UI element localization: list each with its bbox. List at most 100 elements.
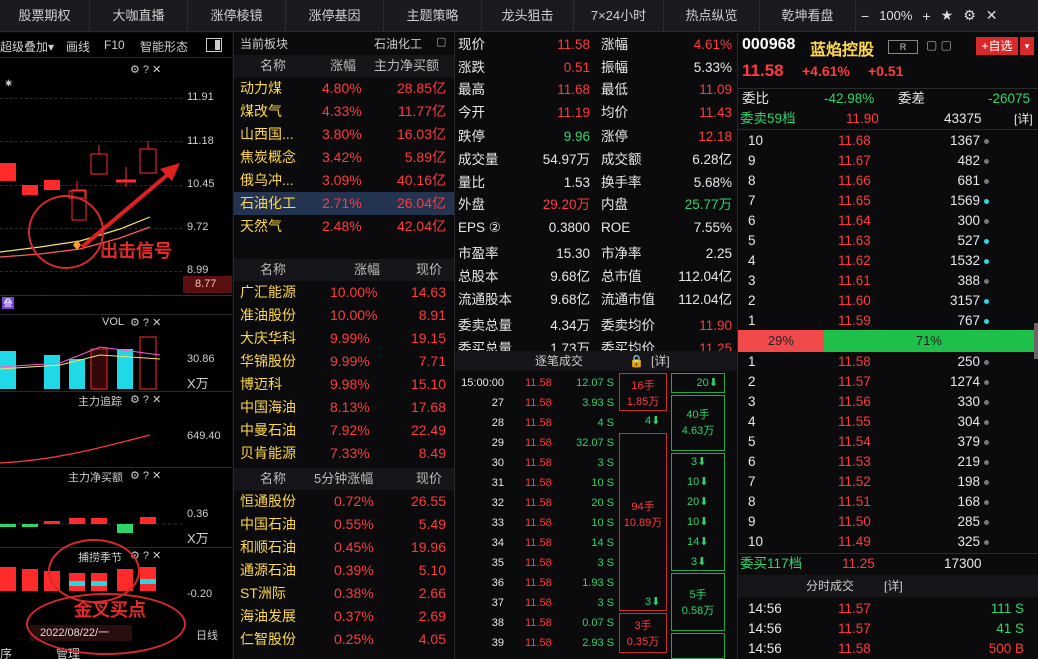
overlay-menu[interactable]: 超级叠加▾ — [0, 38, 54, 55]
col-name: 名称 — [260, 471, 287, 486]
stock-row[interactable]: 中曼石油 7.92% 22.49 — [234, 419, 454, 442]
period-label[interactable]: 日线 — [196, 627, 218, 643]
sector-row[interactable]: 焦炭概念 3.42% 5.89亿 — [234, 146, 454, 169]
col-chg[interactable]: 涨幅 — [354, 259, 380, 281]
buy-price[interactable]: 11.57 — [838, 372, 871, 392]
panel-toggle-icon[interactable] — [206, 38, 222, 52]
tab-limitup-prism[interactable]: 涨停棱镜 — [188, 0, 286, 32]
tab-qiankun[interactable]: 乾坤看盘 — [760, 0, 856, 32]
buy-price[interactable]: 11.52 — [838, 472, 871, 492]
current-sector-name[interactable]: 石油化工 — [374, 35, 422, 52]
trade-volume: 12.07 S — [576, 377, 614, 389]
book-detail-link[interactable]: [详] — [1014, 109, 1033, 129]
buy-ratio: 71% — [915, 333, 942, 348]
kline-chart-panel[interactable]: 超级叠加▾ 画线 F10 智能形态 ✷ ⚙ ? ✕ 11.91 11.18 10… — [0, 33, 232, 659]
col-price[interactable]: 现价 — [416, 259, 442, 281]
stock-row[interactable]: 贝肯能源 7.33% 8.49 — [234, 442, 454, 465]
sector-row[interactable]: 煤改气 4.33% 11.77亿 — [234, 100, 454, 123]
settings-icon[interactable]: ⚙ — [958, 7, 981, 24]
stock-name: 仁智股份 — [240, 631, 296, 647]
sell-price[interactable]: 11.59 — [838, 311, 871, 331]
sell-price[interactable]: 11.68 — [838, 131, 871, 151]
fenshi-volume: 500 B — [988, 641, 1024, 656]
trade-time: 34 — [491, 537, 504, 549]
quote-label: 外盘 — [458, 197, 485, 213]
stock5-row[interactable]: 通源石油 0.39% 5.10 — [234, 559, 454, 582]
tab-leader[interactable]: 龙头狙击 — [482, 0, 574, 32]
buy-price[interactable]: 11.56 — [838, 392, 871, 412]
stock-row[interactable]: 博迈科 9.98% 15.10 — [234, 373, 454, 396]
settings-icon[interactable]: ⚙ ? ✕ — [130, 316, 161, 329]
expand-icon[interactable]: ▢ — [436, 35, 446, 48]
buy-price[interactable]: 11.55 — [838, 412, 871, 432]
stock5-row[interactable]: 和顺石油 0.45% 19.96 — [234, 536, 454, 559]
stock-row[interactable]: 华锦股份 9.99% 7.71 — [234, 350, 454, 373]
buy-price[interactable]: 11.54 — [838, 432, 871, 452]
col-price[interactable]: 现价 — [416, 468, 442, 490]
sell-price[interactable]: 11.66 — [838, 171, 871, 191]
sell-price[interactable]: 11.62 — [838, 251, 871, 271]
stock5-row[interactable]: 恒通股份 0.72% 26.55 — [234, 490, 454, 513]
tab-7x24[interactable]: 7×24小时 — [574, 0, 664, 32]
stock5-row[interactable]: ST洲际 0.38% 2.66 — [234, 582, 454, 605]
stock-name: 蓝焰控股 — [810, 42, 875, 59]
watchlist-dropdown-icon[interactable]: ▾ — [1020, 37, 1034, 55]
buy-price[interactable]: 11.49 — [838, 532, 871, 552]
level-dot — [984, 199, 989, 204]
sell-price[interactable]: 11.67 — [838, 151, 871, 171]
zoom-in-button[interactable]: + — [917, 8, 935, 24]
buy-price[interactable]: 11.50 — [838, 512, 871, 532]
tab-options[interactable]: 股票期权 — [0, 0, 90, 32]
sector-row[interactable]: 天然气 2.48% 42.04亿 — [234, 215, 454, 238]
buy-price[interactable]: 11.53 — [838, 452, 871, 472]
buy-price[interactable]: 11.51 — [838, 492, 871, 512]
fenshi-detail-link[interactable]: [详] — [884, 575, 903, 597]
stock5-row[interactable]: 海油发展 0.37% 2.69 — [234, 605, 454, 628]
f10-button[interactable]: F10 — [104, 38, 125, 52]
lock-icon[interactable]: 🔒 — [629, 351, 644, 371]
tab-limitup-gene[interactable]: 涨停基因 — [286, 0, 384, 32]
col-chg5[interactable]: 5分钟涨幅 — [314, 468, 373, 490]
stock5-row[interactable]: 仁智股份 0.25% 4.05 — [234, 628, 454, 651]
stock-row[interactable]: 大庆华科 9.99% 19.15 — [234, 327, 454, 350]
stock5-row[interactable]: 中国石油 0.55% 5.49 — [234, 513, 454, 536]
stock-row[interactable]: 广汇能源 10.00% 14.63 — [234, 281, 454, 304]
trade-volume: 3 S — [597, 457, 614, 469]
trade-price: 11.58 — [525, 537, 552, 549]
col-flow[interactable]: 主力净买额 — [374, 55, 439, 77]
smart-pattern-button[interactable]: 智能形态 — [140, 38, 188, 55]
scrollbar[interactable] — [1034, 323, 1038, 359]
zoom-out-button[interactable]: − — [856, 8, 874, 24]
sell-price[interactable]: 11.60 — [838, 291, 871, 311]
weibi-value: -42.98% — [824, 91, 875, 106]
level-dot — [984, 460, 989, 465]
bottom-tab[interactable]: 序 — [0, 645, 12, 659]
trade-agg-box-green: 40手 4.63万 — [671, 395, 725, 451]
settings-icon[interactable]: ⚙ ? ✕ — [130, 469, 161, 482]
draw-line-button[interactable]: 画线 — [66, 38, 90, 55]
sector-row[interactable]: 动力煤 4.80% 28.85亿 — [234, 77, 454, 100]
buy-price[interactable]: 11.58 — [838, 352, 871, 372]
tab-live[interactable]: 大咖直播 — [90, 0, 188, 32]
stock-code: 000968 — [742, 36, 796, 53]
add-watchlist-button[interactable]: +自选 — [976, 37, 1018, 55]
sector-row[interactable]: 俄乌冲... 3.09% 40.16亿 — [234, 169, 454, 192]
trades-detail-link[interactable]: [详] — [651, 351, 670, 371]
sector-row[interactable]: 山西国... 3.80% 16.03亿 — [234, 123, 454, 146]
col-chg[interactable]: 涨幅 — [330, 55, 356, 77]
sell-price[interactable]: 11.61 — [838, 271, 871, 291]
level-dot — [984, 139, 989, 144]
stock-row[interactable]: 中国海油 8.13% 17.68 — [234, 396, 454, 419]
sell-price[interactable]: 11.63 — [838, 231, 871, 251]
close-icon[interactable]: ✕ — [981, 7, 1003, 24]
tab-theme-strategy[interactable]: 主题策略 — [384, 0, 482, 32]
sector-row[interactable]: 石油化工 2.71% 26.04亿 — [234, 192, 454, 215]
stock-row[interactable]: 准油股份 10.00% 8.91 — [234, 304, 454, 327]
sell-price[interactable]: 11.64 — [838, 211, 871, 231]
sell-price[interactable]: 11.65 — [838, 191, 871, 211]
tab-hotspot[interactable]: 热点纵览 — [664, 0, 760, 32]
star-icon[interactable]: ★ — [936, 7, 959, 24]
net-bar — [22, 524, 38, 527]
window-icon[interactable]: ▢ ▢ — [926, 38, 952, 52]
stock-name: 华锦股份 — [240, 353, 296, 369]
